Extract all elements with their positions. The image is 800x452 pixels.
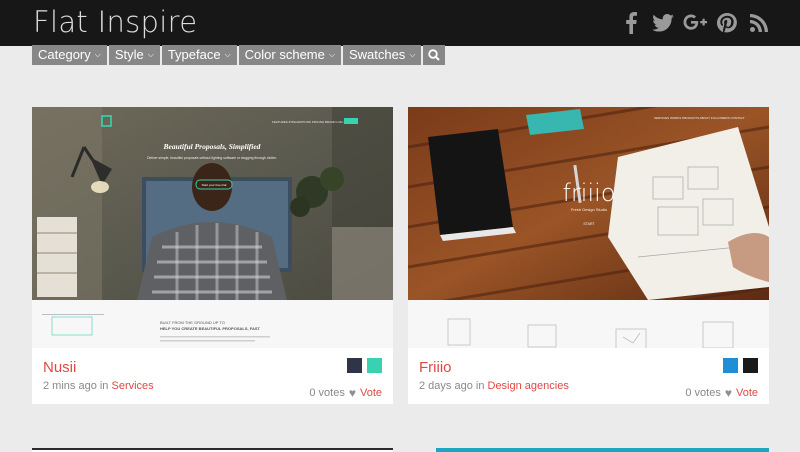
screenshot-cta: START <box>583 222 595 226</box>
filter-label: Category <box>38 47 91 62</box>
vote-button[interactable]: Vote <box>736 387 758 399</box>
style-filter[interactable]: Style ⌵ <box>108 45 160 65</box>
screenshot-sub: Deliver simple, beautiful proposals with… <box>147 156 277 160</box>
screenshot-cta: Start your free trial <box>202 183 227 187</box>
typeface-filter[interactable]: Typeface ⌵ <box>161 45 237 65</box>
site-name[interactable]: Nusii <box>43 359 76 376</box>
vote-count: 0 votes <box>685 387 721 399</box>
chevron-down-icon: ⌵ <box>328 50 335 59</box>
swatch-list <box>723 358 758 373</box>
color-scheme-filter[interactable]: Color scheme ⌵ <box>238 45 341 65</box>
heart-icon[interactable]: ♥ <box>725 386 732 400</box>
site-card: SERVICES WORKS PRODUCTS ABOUT FOLLOWERS … <box>408 107 769 404</box>
pinterest-icon[interactable] <box>712 10 742 36</box>
site-screenshot[interactable]: SERVICES WORKS PRODUCTS ABOUT FOLLOWERS … <box>408 107 769 348</box>
filter-label: Style <box>114 47 144 62</box>
screenshot-tag: Fresh Design Studio <box>571 207 608 212</box>
vote-count: 0 votes <box>309 387 345 399</box>
site-name[interactable]: Friiio <box>419 359 452 376</box>
screenshot-nav: SERVICES WORKS PRODUCTS ABOUT FOLLOWERS … <box>654 116 745 120</box>
category-link[interactable]: Services <box>112 380 154 392</box>
site-meta: 2 mins ago in Services <box>43 380 154 392</box>
color-swatch[interactable] <box>743 358 758 373</box>
filter-label: Typeface <box>167 47 221 62</box>
site-card-partial[interactable] <box>436 448 769 452</box>
category-link[interactable]: Design agencies <box>488 380 569 392</box>
filter-label: Color scheme <box>244 47 325 62</box>
swatches-filter[interactable]: Swatches ⌵ <box>342 45 422 65</box>
facebook-icon[interactable] <box>616 10 646 36</box>
color-swatch[interactable] <box>367 358 382 373</box>
heart-icon[interactable]: ♥ <box>349 386 356 400</box>
social-links <box>614 10 774 36</box>
category-filter[interactable]: Category ⌵ <box>32 45 107 65</box>
top-bar: Flat Inspire <box>0 0 800 46</box>
site-title[interactable]: Flat Inspire <box>33 5 197 39</box>
swatch-list <box>347 358 382 373</box>
posted-time: 2 mins ago in <box>43 380 109 392</box>
vote-button[interactable]: Vote <box>360 387 382 399</box>
screenshot-headline: Beautiful Proposals, Simplified <box>163 142 261 151</box>
screenshot-help: HELP YOU CREATE BEAUTIFUL PROPOSALS, FAS… <box>160 326 260 331</box>
google-plus-icon[interactable] <box>680 10 710 36</box>
vote-area: 0 votes ♥ Vote <box>685 386 758 400</box>
vote-area: 0 votes ♥ Vote <box>309 386 382 400</box>
rss-icon[interactable] <box>744 10 774 36</box>
nusii-screenshot-image: FEATURES INTEGRATIONS PRICING BRAND LOG … <box>32 107 393 348</box>
search-button[interactable] <box>423 45 446 65</box>
chevron-down-icon: ⌵ <box>147 50 154 59</box>
screenshot-nav: FEATURES INTEGRATIONS PRICING BRAND LOG … <box>272 120 347 124</box>
filter-label: Swatches <box>348 47 406 62</box>
friiio-screenshot-image: SERVICES WORKS PRODUCTS ABOUT FOLLOWERS … <box>408 107 769 348</box>
site-card-partial[interactable] <box>32 448 393 452</box>
site-card: FEATURES INTEGRATIONS PRICING BRAND LOG … <box>32 107 393 404</box>
chevron-down-icon: ⌵ <box>94 50 101 59</box>
screenshot-built: BUILT FROM THE GROUND UP TO <box>160 320 225 325</box>
site-screenshot[interactable]: FEATURES INTEGRATIONS PRICING BRAND LOG … <box>32 107 393 348</box>
color-swatch[interactable] <box>723 358 738 373</box>
search-icon <box>428 49 441 61</box>
site-meta: 2 days ago in Design agencies <box>419 380 569 392</box>
twitter-icon[interactable] <box>648 10 678 36</box>
screenshot-logo: friiio <box>562 179 615 207</box>
filter-bar: Category ⌵ Style ⌵ Typeface ⌵ Color scheme ⌵… <box>32 45 447 65</box>
color-swatch[interactable] <box>347 358 362 373</box>
posted-time: 2 days ago in <box>419 380 485 392</box>
chevron-down-icon: ⌵ <box>409 50 416 59</box>
chevron-down-icon: ⌵ <box>224 50 231 59</box>
